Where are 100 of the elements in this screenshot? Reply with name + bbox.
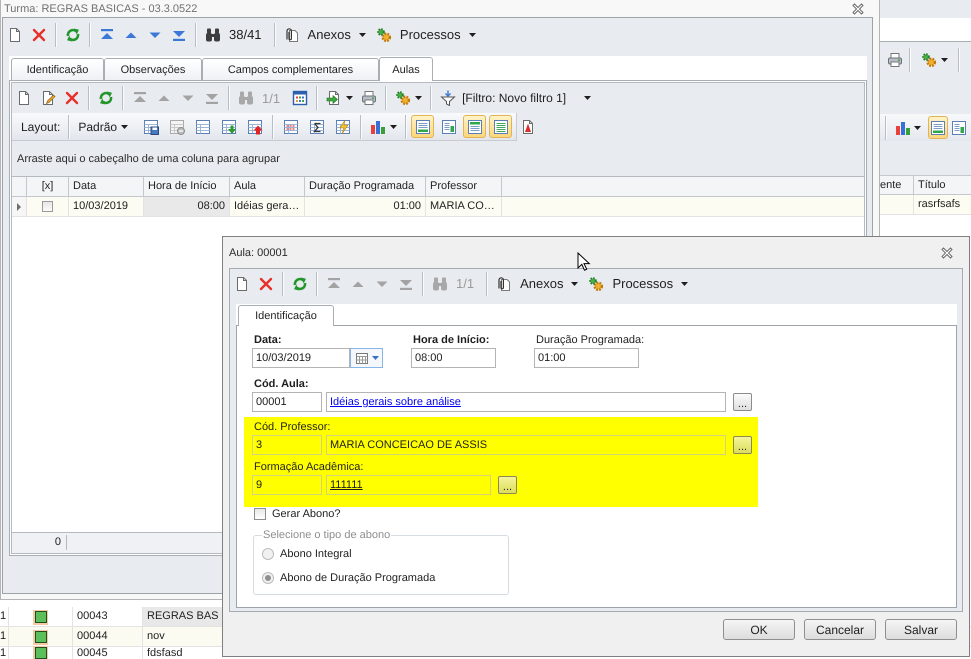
column-header[interactable]: Duração Programada: [305, 177, 426, 196]
caret-icon: [941, 58, 948, 62]
table-cell-text: fdsfasd: [146, 647, 184, 659]
description-field[interactable]: Idéias gerais sobre análise: [326, 392, 726, 412]
attachments-menu-button[interactable]: Anexos: [492, 272, 584, 296]
calendar-dropdown-button[interactable]: [350, 348, 383, 368]
view-toggle-button[interactable]: [489, 115, 512, 138]
new-document-icon[interactable]: [7, 26, 23, 42]
refresh-icon[interactable]: [65, 26, 81, 42]
record-counter: 38/41: [229, 27, 262, 42]
layout-preset-button[interactable]: Padrão: [74, 120, 132, 134]
delete-icon[interactable]: [258, 276, 274, 292]
ok-button[interactable]: OK: [723, 619, 795, 640]
processes-menu-button[interactable]: Processos: [584, 272, 694, 296]
printer-icon[interactable]: [887, 52, 903, 68]
description-field[interactable]: MARIA CONCEICAO DE ASSIS: [326, 435, 726, 455]
mouse-pointer-icon: [577, 252, 591, 272]
description-link[interactable]: Idéias gerais sobre análise: [330, 396, 461, 408]
date-field[interactable]: 10/03/2019: [252, 348, 350, 368]
checkbox[interactable]: [42, 201, 53, 212]
printer-icon[interactable]: [361, 90, 378, 106]
text-field[interactable]: 08:00: [411, 348, 496, 368]
table-cell-text: nov: [146, 629, 166, 644]
tab[interactable]: Identificação: [11, 58, 104, 80]
description-link[interactable]: 111111: [330, 479, 363, 491]
field-label: Cód. Professor:: [253, 421, 330, 434]
checkbox[interactable]: [254, 508, 266, 520]
new-document-icon[interactable]: [234, 276, 250, 292]
caret-icon: [121, 124, 128, 128]
tab[interactable]: Campos complementares: [202, 58, 379, 80]
save-button[interactable]: Salvar: [885, 619, 957, 640]
processes-menu-button[interactable]: Processos: [372, 22, 482, 46]
code-field[interactable]: 3: [252, 435, 322, 455]
column-header[interactable]: [x]: [27, 177, 69, 196]
close-icon[interactable]: [852, 2, 864, 14]
table-cell: 1: [0, 627, 9, 646]
funnel-icon: [440, 90, 456, 106]
column-header[interactable]: Aula: [230, 177, 305, 196]
calendar-grid-icon[interactable]: [292, 90, 308, 106]
group-by-hint: Arraste aqui o cabeçalho de uma coluna para agrupar: [17, 152, 280, 164]
lookup-button[interactable]: ...: [733, 393, 752, 411]
column-header[interactable]: Título: [914, 176, 950, 194]
column-header[interactable]: Data: [69, 177, 144, 196]
table-cell: MARIA CO…: [426, 197, 502, 216]
delete-icon[interactable]: [31, 26, 47, 42]
filter-button[interactable]: [Filtro: Novo filtro 1]: [436, 86, 596, 110]
gears-icon: [395, 90, 412, 106]
row-count: 0: [27, 535, 67, 550]
table-cell: 01:00: [305, 197, 426, 216]
caret-icon: [681, 282, 688, 286]
view-toggle-button[interactable]: [928, 116, 948, 139]
caret-icon: [372, 356, 378, 360]
lookup-button[interactable]: ...: [733, 436, 752, 454]
view-toggle-button[interactable]: [411, 115, 434, 138]
view-layout-icon: [951, 120, 967, 136]
delete-icon[interactable]: [64, 90, 80, 106]
table-save-icon[interactable]: [143, 118, 160, 134]
caret-icon: [358, 32, 366, 36]
table-cell: 1: [0, 647, 9, 659]
edit-document-icon[interactable]: [40, 90, 56, 106]
lookup-button[interactable]: ...: [498, 476, 517, 494]
refresh-icon[interactable]: [98, 90, 114, 106]
table-lightning-icon[interactable]: [335, 118, 352, 134]
table-cell: 08:00: [144, 197, 230, 216]
tab[interactable]: Observações: [104, 58, 202, 80]
radio-label: Abono Integral: [280, 548, 352, 560]
text-field[interactable]: 01:00: [534, 348, 639, 368]
code-field[interactable]: 00001: [252, 392, 322, 412]
calendar-icon: [354, 351, 368, 365]
close-icon[interactable]: [941, 246, 953, 258]
view-toggle-button[interactable]: [463, 115, 486, 138]
table-cell: 00044: [73, 627, 143, 646]
attachments-menu-button[interactable]: Anexos: [280, 22, 372, 46]
caret-icon: [415, 96, 422, 100]
table-remove-icon[interactable]: [169, 118, 186, 134]
dialog-title: Aula: 00001: [229, 246, 288, 258]
table-sum-icon[interactable]: [309, 118, 326, 134]
code-field[interactable]: 9: [252, 475, 322, 495]
tab[interactable]: Aulas: [379, 57, 433, 81]
description-field[interactable]: 111111: [326, 475, 491, 495]
view-layout-icon: [414, 118, 431, 134]
column-header[interactable]: Professor: [426, 177, 502, 196]
table-lines-icon[interactable]: [283, 118, 300, 134]
refresh-icon[interactable]: [292, 276, 308, 292]
window-title: Turma: REGRAS BASICAS - 03.3.0522: [4, 2, 198, 14]
column-header[interactable]: Hora de Início: [144, 177, 230, 196]
view-layout-icon: [440, 118, 457, 134]
paperclip-icon: [496, 276, 512, 292]
tab[interactable]: Identificação: [238, 305, 334, 326]
bar-chart-icon: [895, 120, 911, 136]
field-label: Data:: [253, 334, 282, 347]
field-label: Formação Acadêmica:: [253, 461, 364, 474]
cancel-button[interactable]: Cancelar: [804, 619, 876, 640]
view-layout-icon: [466, 118, 483, 134]
table-icon[interactable]: [195, 118, 212, 134]
binoculars-icon[interactable]: [205, 26, 221, 42]
new-document-icon[interactable]: [16, 90, 32, 106]
caret-icon: [571, 282, 578, 286]
table-cell: 00045: [73, 647, 143, 659]
layout-label: Layout:: [20, 120, 60, 134]
